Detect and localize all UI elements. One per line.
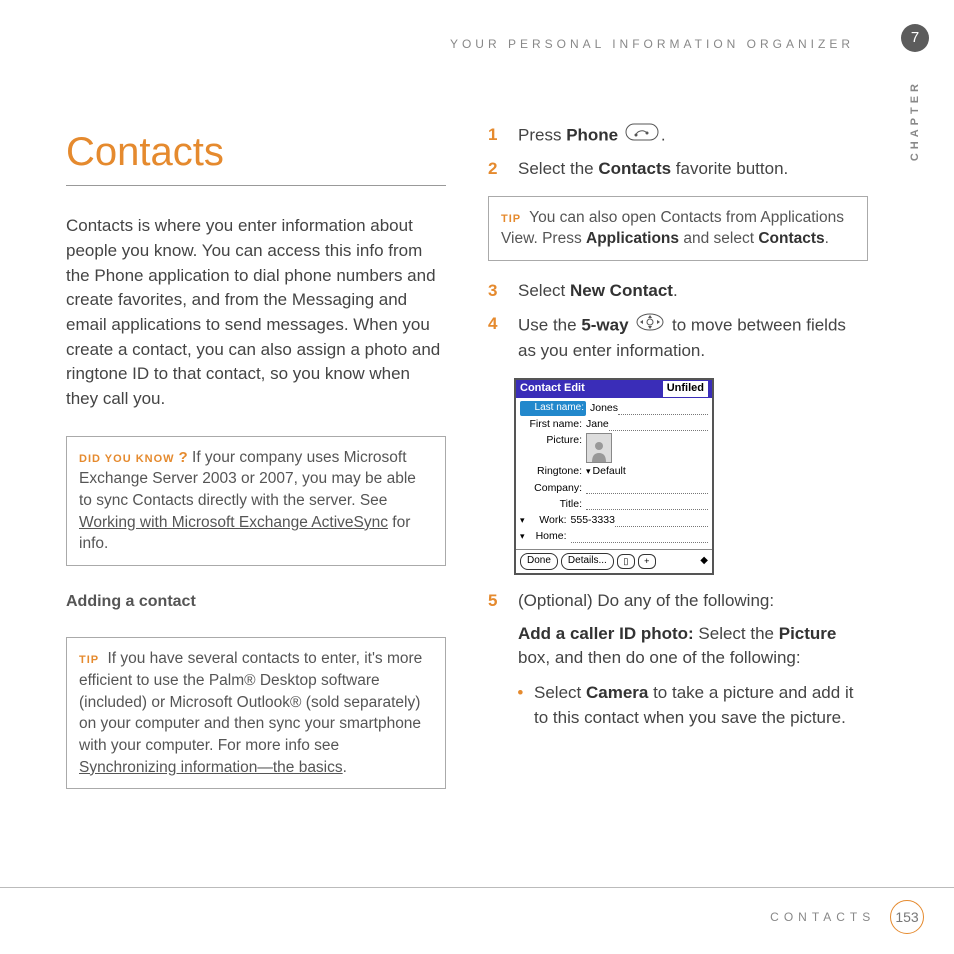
palm-picture-box — [586, 433, 612, 463]
dropdown-icon: ▾ — [520, 514, 525, 527]
palm-ringtone-label: Ringtone: — [520, 464, 582, 479]
tip-tag: TIP — [79, 654, 99, 666]
subhead-adding-contact: Adding a contact — [66, 590, 446, 613]
bullet-camera: Select Camera to take a picture and add … — [528, 681, 868, 730]
palm-note-icon: ▯ — [617, 554, 635, 569]
palm-done-button: Done — [520, 553, 558, 570]
step-5: (Optional) Do any of the following: Add … — [488, 589, 868, 730]
phone-button-icon — [625, 123, 659, 149]
tip-box-left: TIP If you have several contacts to ente… — [66, 637, 446, 789]
five-way-nav-icon — [635, 312, 665, 340]
palm-lastname-label: Last name: — [520, 401, 586, 416]
intro-paragraph: Contacts is where you enter information … — [66, 214, 446, 411]
palm-firstname-value: Jane — [586, 417, 609, 432]
left-column: Contacts Contacts is where you enter inf… — [66, 123, 446, 807]
step-2: Select the Contacts favorite button. — [488, 157, 868, 182]
palm-company-label: Company: — [520, 481, 582, 496]
step-3: Select New Contact. — [488, 279, 868, 304]
running-head: YOUR PERSONAL INFORMATION ORGANIZER — [66, 36, 854, 53]
right-column: Press Phone . Select the Contacts favori… — [488, 123, 868, 807]
link-exchange-activesync[interactable]: Working with Microsoft Exchange ActiveSy… — [79, 514, 388, 531]
page-title: Contacts — [66, 123, 446, 186]
page-footer: CONTACTS 153 — [0, 887, 954, 934]
question-mark-icon: ? — [179, 449, 188, 466]
step-1: Press Phone . — [488, 123, 868, 149]
palm-scroll-icon: ◆ — [700, 554, 708, 569]
palm-title-label: Title: — [520, 497, 582, 512]
link-sync-basics[interactable]: Synchronizing information—the basics — [79, 759, 343, 776]
page-number: 153 — [890, 900, 924, 934]
dropdown-icon: ▾ — [586, 465, 591, 478]
dropdown-icon: ▾ — [520, 530, 525, 543]
palm-contact-edit-screenshot: Contact Edit Unfiled Last name: Jones Fir… — [514, 378, 714, 575]
palm-details-button: Details... — [561, 553, 614, 570]
palm-ringtone-value: Default — [593, 464, 626, 479]
palm-firstname-label: First name: — [520, 417, 582, 432]
chapter-label: CHAPTER — [908, 80, 924, 161]
did-you-know-box: DID YOU KNOW? If your company uses Micro… — [66, 436, 446, 566]
palm-category: Unfiled — [663, 381, 708, 397]
palm-picture-label: Picture: — [520, 433, 582, 448]
tip-box-right: TIP You can also open Contacts from Appl… — [488, 196, 868, 261]
tip-text: If you have several contacts to enter, i… — [79, 650, 422, 754]
palm-work-value: 555-3333 — [571, 513, 615, 528]
palm-home-label: Home: — [527, 529, 567, 544]
step-4: Use the 5-way to move between fields as … — [488, 312, 868, 364]
chapter-number-badge: 7 — [901, 24, 929, 52]
tip-tag-right: TIP — [501, 213, 521, 225]
palm-add-icon: + — [638, 554, 656, 569]
palm-window-title: Contact Edit — [520, 381, 585, 397]
footer-section-label: CONTACTS — [770, 910, 875, 924]
palm-lastname-value: Jones — [590, 401, 618, 416]
palm-work-label: Work: — [527, 513, 567, 528]
did-you-know-tag: DID YOU KNOW — [79, 453, 175, 465]
